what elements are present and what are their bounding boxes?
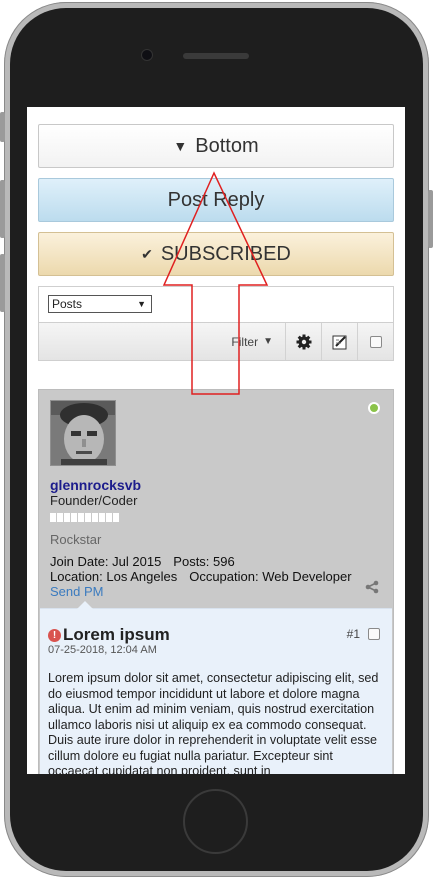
- earpiece-speaker: [183, 53, 249, 59]
- occupation: Occupation: Web Developer: [189, 569, 352, 584]
- checkmark-icon: ✔: [141, 245, 153, 262]
- share-icon[interactable]: [365, 580, 379, 594]
- user-info-line-2: Location: Los Angeles Occupation: Web Dev…: [50, 569, 352, 584]
- volume-down-button: [0, 254, 5, 312]
- username-link[interactable]: glennrocksvb: [50, 477, 141, 493]
- post-number-link[interactable]: #1: [347, 627, 360, 641]
- user-rank: Rockstar: [50, 532, 102, 547]
- subscribed-button[interactable]: ✔ SUBSCRIBED: [38, 232, 394, 276]
- gear-icon: [296, 334, 311, 349]
- filter-button[interactable]: Filter ▼: [231, 335, 285, 349]
- post-content: ! Lorem ipsum 07-25-2018, 12:04 AM #1 Lo…: [40, 601, 392, 774]
- edit-button[interactable]: [321, 323, 357, 360]
- power-button: [428, 190, 433, 248]
- user-info-line-1: Join Date: Jul 2015 Posts: 596: [50, 554, 235, 569]
- subscribed-label: SUBSCRIBED: [160, 242, 291, 265]
- location: Location: Los Angeles: [50, 569, 178, 584]
- post-count: Posts: 596: [173, 554, 235, 569]
- front-camera: [142, 50, 152, 60]
- callout-notch: [77, 601, 93, 609]
- bottom-button-label: Bottom: [195, 134, 259, 157]
- post-title: Lorem ipsum: [63, 625, 170, 644]
- triangle-down-icon: ▼: [173, 138, 188, 154]
- home-button[interactable]: [183, 789, 248, 854]
- exclamation-icon: !: [48, 628, 61, 642]
- caret-down-icon: ▼: [263, 336, 273, 347]
- post-card: glennrocksvb Founder/Coder Rockstar Join…: [38, 389, 394, 774]
- dropdown-arrow-icon: ▼: [137, 299, 146, 309]
- user-title: Founder/Coder: [50, 493, 138, 508]
- send-pm-link[interactable]: Send PM: [50, 584, 103, 599]
- post-date: 07-25-2018, 12:04 AM: [48, 644, 157, 656]
- bottom-button[interactable]: ▼ Bottom: [38, 124, 394, 168]
- select-all-cell: [357, 323, 393, 360]
- post-select-checkbox[interactable]: [368, 628, 380, 640]
- post-title-row: ! Lorem ipsum: [48, 625, 170, 645]
- post-reply-button[interactable]: Post Reply: [38, 178, 394, 222]
- user-photo: [51, 401, 115, 465]
- edit-icon: [332, 335, 346, 349]
- online-status-icon: [368, 402, 380, 414]
- settings-button[interactable]: [285, 323, 321, 360]
- posts-select-row: Posts ▼: [39, 287, 393, 323]
- thread-toolbar: Posts ▼ Filter ▼: [38, 286, 394, 361]
- filter-label: Filter: [231, 334, 259, 349]
- post-body-text: Lorem ipsum dolor sit amet, consectetur …: [48, 671, 379, 774]
- posts-select[interactable]: Posts ▼: [48, 295, 152, 313]
- reputation-bar: [50, 513, 119, 522]
- phone-screen: ▼ Bottom Post Reply ✔ SUBSCRIBED Posts ▼…: [27, 107, 405, 774]
- select-all-checkbox[interactable]: [369, 335, 382, 348]
- avatar[interactable]: [50, 400, 116, 466]
- join-date: Join Date: Jul 2015: [50, 554, 162, 569]
- volume-up-button: [0, 180, 5, 238]
- posts-select-value: Posts: [52, 297, 83, 311]
- post-reply-label: Post Reply: [167, 188, 265, 211]
- mute-switch: [0, 112, 5, 142]
- tools-row: Filter ▼: [39, 323, 393, 360]
